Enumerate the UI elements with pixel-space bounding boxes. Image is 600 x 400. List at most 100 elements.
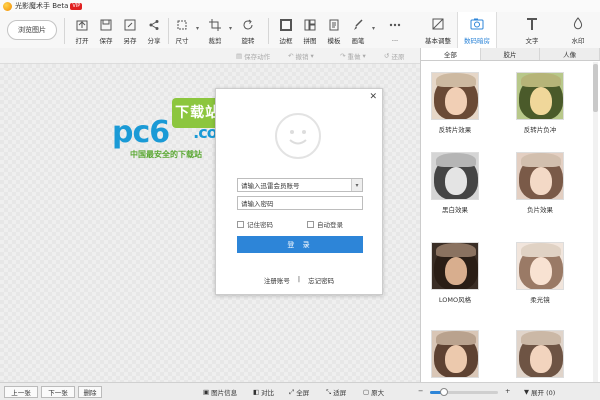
- next-image-button[interactable]: 下一张: [41, 386, 75, 398]
- auto-login-checkbox[interactable]: 自动登录: [307, 219, 343, 229]
- tab-basic-adjust[interactable]: 基本调整: [420, 12, 456, 48]
- thumb-hat: [521, 153, 561, 167]
- register-link[interactable]: 注册账号: [264, 275, 290, 285]
- dialog-links: 注册账号 | 忘记密码: [216, 275, 382, 285]
- darkroom-icon: [469, 16, 485, 32]
- effect-thumbnail: [431, 242, 479, 290]
- brush-button[interactable]: 画笔: [348, 15, 368, 45]
- zoom-slider-knob[interactable]: [439, 388, 448, 396]
- more-icon: [388, 18, 402, 32]
- watermark-icon: [570, 16, 586, 32]
- effect-soft-light[interactable]: 柔光镜: [511, 242, 569, 304]
- resize-label: 尺寸: [175, 37, 189, 45]
- open-button[interactable]: 打开: [72, 15, 92, 45]
- expand-button[interactable]: ▼ 展开 (0): [524, 387, 555, 397]
- crop-icon: [208, 18, 222, 32]
- save-button[interactable]: 保存: [96, 15, 116, 45]
- effect-black-white[interactable]: 黑白效果: [426, 152, 484, 214]
- undo-dropdown-icon[interactable]: ▾: [310, 52, 313, 60]
- resize-icon: [175, 18, 189, 32]
- delete-button[interactable]: 删除: [78, 386, 102, 398]
- previous-image-button[interactable]: 上一张: [4, 386, 38, 398]
- redo-dropdown-icon[interactable]: ▾: [362, 52, 365, 60]
- history-bar: ▤ 保存动作 ↶ 撤销 ▾ ↷ 重做 ▾ ↺ 还原: [0, 48, 420, 64]
- effect-thumbnail: [431, 152, 479, 200]
- effect-label: 柔光镜: [530, 296, 550, 304]
- collage-label: 拼图: [303, 37, 317, 45]
- crop-dropdown-icon[interactable]: ▾: [229, 25, 232, 32]
- effect-reversal-negative[interactable]: 反转片负冲: [511, 72, 569, 134]
- account-placeholder: 请输入迅雷会员账号: [241, 182, 300, 190]
- effects-scrollbar[interactable]: [593, 62, 598, 382]
- toolbar-divider: [168, 18, 169, 44]
- category-tab-all[interactable]: 全部: [421, 48, 481, 60]
- auto-login-checkbox-box[interactable]: [307, 220, 314, 228]
- account-dropdown-icon[interactable]: ▾: [351, 179, 362, 191]
- save-as-icon: [123, 18, 137, 32]
- fullscreen-button[interactable]: ⤢ 全屏: [289, 387, 309, 398]
- resize-button[interactable]: 尺寸: [172, 15, 192, 45]
- redo-label: 重做: [347, 53, 361, 61]
- collage-button[interactable]: 拼图: [300, 15, 320, 45]
- thumb-face: [445, 87, 467, 115]
- zoom-out-button[interactable]: −: [418, 387, 423, 395]
- effect-reversal-film[interactable]: 反转片效果: [426, 72, 484, 134]
- save-as-button[interactable]: 另存: [120, 15, 140, 45]
- expand-label: 展开 (0): [531, 389, 556, 397]
- tab-text-label: 文字: [525, 37, 539, 45]
- category-tab-portrait[interactable]: 人像: [540, 48, 600, 60]
- undo-button[interactable]: ↶ 撤销 ▾: [288, 51, 314, 61]
- effect-item[interactable]: [511, 330, 569, 382]
- right-panel-tabs: 基本调整 数码暗房 文字 水印: [420, 12, 600, 48]
- effect-thumbnail: [431, 330, 479, 378]
- save-action-icon: ▤: [236, 52, 243, 60]
- frame-icon: [279, 18, 293, 32]
- password-input[interactable]: 请输入密码: [237, 196, 363, 210]
- main-toolbar: 浏览图片 打开 保存 另存 分享 尺寸 ▾ 裁剪 ▾ 旋转 边框 拼图 模板 画…: [0, 12, 420, 48]
- forgot-password-link[interactable]: 忘记密码: [308, 275, 334, 285]
- account-input[interactable]: 请输入迅雷会员账号 ▾: [237, 178, 363, 192]
- effect-lomo[interactable]: LOMO风格: [426, 242, 484, 304]
- compare-button[interactable]: ◧ 对比: [253, 387, 274, 397]
- restore-button[interactable]: ↺ 还原: [384, 51, 404, 61]
- share-label: 分享: [147, 37, 161, 45]
- redo-button[interactable]: ↷ 重做 ▾: [340, 51, 366, 61]
- frame-button[interactable]: 边框: [276, 15, 296, 45]
- zoom-slider[interactable]: [430, 388, 498, 396]
- app-logo-icon: [3, 1, 12, 11]
- effect-negative[interactable]: 负片效果: [511, 152, 569, 214]
- thumb-face: [445, 345, 467, 373]
- fit-screen-button[interactable]: ⤡ 适屏: [326, 387, 346, 398]
- tab-text[interactable]: 文字: [512, 12, 552, 48]
- rotate-button[interactable]: 旋转: [237, 15, 259, 45]
- scrollbar-thumb[interactable]: [593, 64, 598, 112]
- browse-images-button[interactable]: 浏览图片: [7, 20, 57, 40]
- remember-password-checkbox[interactable]: 记住密码: [237, 219, 273, 229]
- original-label: 原大: [371, 389, 385, 397]
- tab-digital-darkroom[interactable]: 数码暗房: [457, 12, 497, 48]
- close-icon[interactable]: ✕: [369, 92, 377, 102]
- thumb-hat: [436, 331, 476, 345]
- save-as-label: 另存: [123, 37, 137, 45]
- thumb-face: [445, 167, 467, 195]
- template-button[interactable]: 模板: [324, 15, 344, 45]
- zoom-in-button[interactable]: +: [505, 387, 510, 395]
- resize-dropdown-icon[interactable]: ▾: [196, 25, 199, 32]
- save-action-button[interactable]: ▤ 保存动作: [236, 51, 270, 61]
- image-info-button[interactable]: ▣ 图片信息: [203, 387, 237, 397]
- thumb-face: [445, 257, 467, 285]
- effect-label: 负片效果: [527, 206, 553, 214]
- more-button[interactable]: ...: [385, 15, 405, 45]
- original-size-button[interactable]: ▢ 原大: [363, 387, 384, 397]
- tab-watermark[interactable]: 水印: [558, 12, 598, 48]
- category-tab-film[interactable]: 胶片: [481, 48, 541, 60]
- template-label: 模板: [327, 37, 341, 45]
- effect-item[interactable]: [426, 330, 484, 382]
- crop-button[interactable]: 裁剪: [204, 15, 226, 45]
- effect-thumbnail: [516, 152, 564, 200]
- login-button[interactable]: 登 录: [237, 236, 363, 253]
- share-button[interactable]: 分享: [144, 15, 164, 45]
- brush-dropdown-icon[interactable]: ▾: [372, 25, 375, 32]
- save-icon: [99, 18, 113, 32]
- remember-checkbox-box[interactable]: [237, 220, 244, 228]
